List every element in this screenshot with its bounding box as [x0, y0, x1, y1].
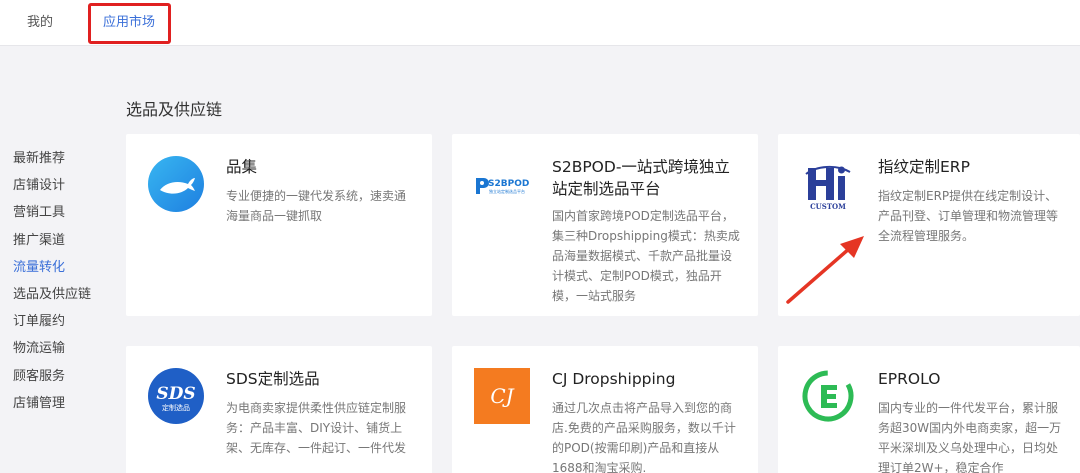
sidebar-item-promotion[interactable]: 推广渠道 [13, 229, 108, 256]
s2bpod-logo-text: S2BPOD [488, 179, 529, 189]
cj-logo: CJ [474, 368, 530, 424]
sds-logo: SDS 定制选品 [148, 368, 204, 424]
tab-mine[interactable]: 我的 [27, 0, 53, 46]
card-title: CJ Dropshipping [552, 370, 676, 388]
card-description: 国内首家跨境POD定制选品平台，集三种Dropshipping模式：热卖成品海量… [552, 209, 740, 303]
app-card-sds[interactable]: SDS 定制选品 SDS定制选品 为电商卖家提供柔性供应链定制服务：产品丰富、D… [126, 346, 432, 473]
sidebar-item-store-design[interactable]: 店铺设计 [13, 174, 108, 201]
app-card-zhiwen-erp[interactable]: CUSTOM 指纹定制ERP 指纹定制ERP提供在线定制设计、产品刊登、订单管理… [778, 134, 1080, 316]
sidebar-item-traffic-conversion[interactable]: 流量转化 [13, 256, 108, 283]
sidebar-item-sourcing[interactable]: 选品及供应链 [13, 283, 108, 310]
sds-logo-text: SDS [156, 384, 195, 404]
app-card-cj-dropshipping[interactable]: CJ CJ Dropshipping 通过几次点击将产品导入到您的商店.免费的产… [452, 346, 758, 473]
app-card-eprolo[interactable]: EPROLO 国内专业的一件代发平台，累计服务超30W国内外电商卖家，超一万平米… [778, 346, 1080, 473]
card-description: 专业便捷的一键代发系统，速卖通海量商品一键抓取 [226, 189, 407, 223]
card-description: 通过几次点击将产品导入到您的商店.免费的产品采购服务，数以千计的POD(按需印刷… [552, 401, 736, 473]
sds-logo-subtext: 定制选品 [162, 403, 190, 412]
card-title: 品集 [226, 158, 258, 176]
sidebar-item-fulfillment[interactable]: 订单履约 [13, 310, 108, 337]
card-title: 指纹定制ERP [878, 158, 970, 176]
eprolo-logo [802, 370, 854, 422]
card-title: EPROLO [878, 370, 941, 388]
hi-custom-logo-text: CUSTOM [810, 202, 846, 211]
s2bpod-logo-subtext: 独立站定制选品平台 [489, 188, 525, 194]
sidebar-item-customer-service[interactable]: 顾客服务 [13, 365, 108, 392]
app-card-s2bpod[interactable]: S2BPOD 独立站定制选品平台 S2BPOD-一站式跨境独立站定制选品平台 国… [452, 134, 758, 316]
card-description: 国内专业的一件代发平台，累计服务超30W国内外电商卖家，超一万平米深圳及义乌处理… [878, 401, 1062, 473]
category-sidebar: 最新推荐 店铺设计 营销工具 推广渠道 流量转化 选品及供应链 订单履约 物流运… [13, 147, 108, 419]
s2bpod-logo: S2BPOD 独立站定制选品平台 [474, 156, 530, 212]
sidebar-item-store-management[interactable]: 店铺管理 [13, 392, 108, 419]
sidebar-item-marketing[interactable]: 营销工具 [13, 201, 108, 228]
card-description: 指纹定制ERP提供在线定制设计、产品刊登、订单管理和物流管理等全流程管理服务。 [878, 189, 1059, 243]
hi-custom-logo: CUSTOM [800, 156, 856, 212]
whale-icon [148, 156, 204, 212]
cj-logo-text: CJ [490, 384, 514, 408]
card-description: 为电商卖家提供柔性供应链定制服务：产品丰富、DIY设计、铺货上架、无库存、一件起… [226, 401, 407, 455]
card-title: S2BPOD-一站式跨境独立站定制选品平台 [552, 158, 730, 198]
card-title: SDS定制选品 [226, 370, 320, 388]
top-tab-bar: 我的 应用市场 [0, 0, 1080, 46]
highlight-box [88, 3, 171, 44]
sidebar-item-logistics[interactable]: 物流运输 [13, 337, 108, 364]
app-card-pinji[interactable]: 品集 专业便捷的一键代发系统，速卖通海量商品一键抓取 [126, 134, 432, 316]
section-title: 选品及供应链 [126, 100, 223, 119]
sidebar-item-latest[interactable]: 最新推荐 [13, 147, 108, 174]
